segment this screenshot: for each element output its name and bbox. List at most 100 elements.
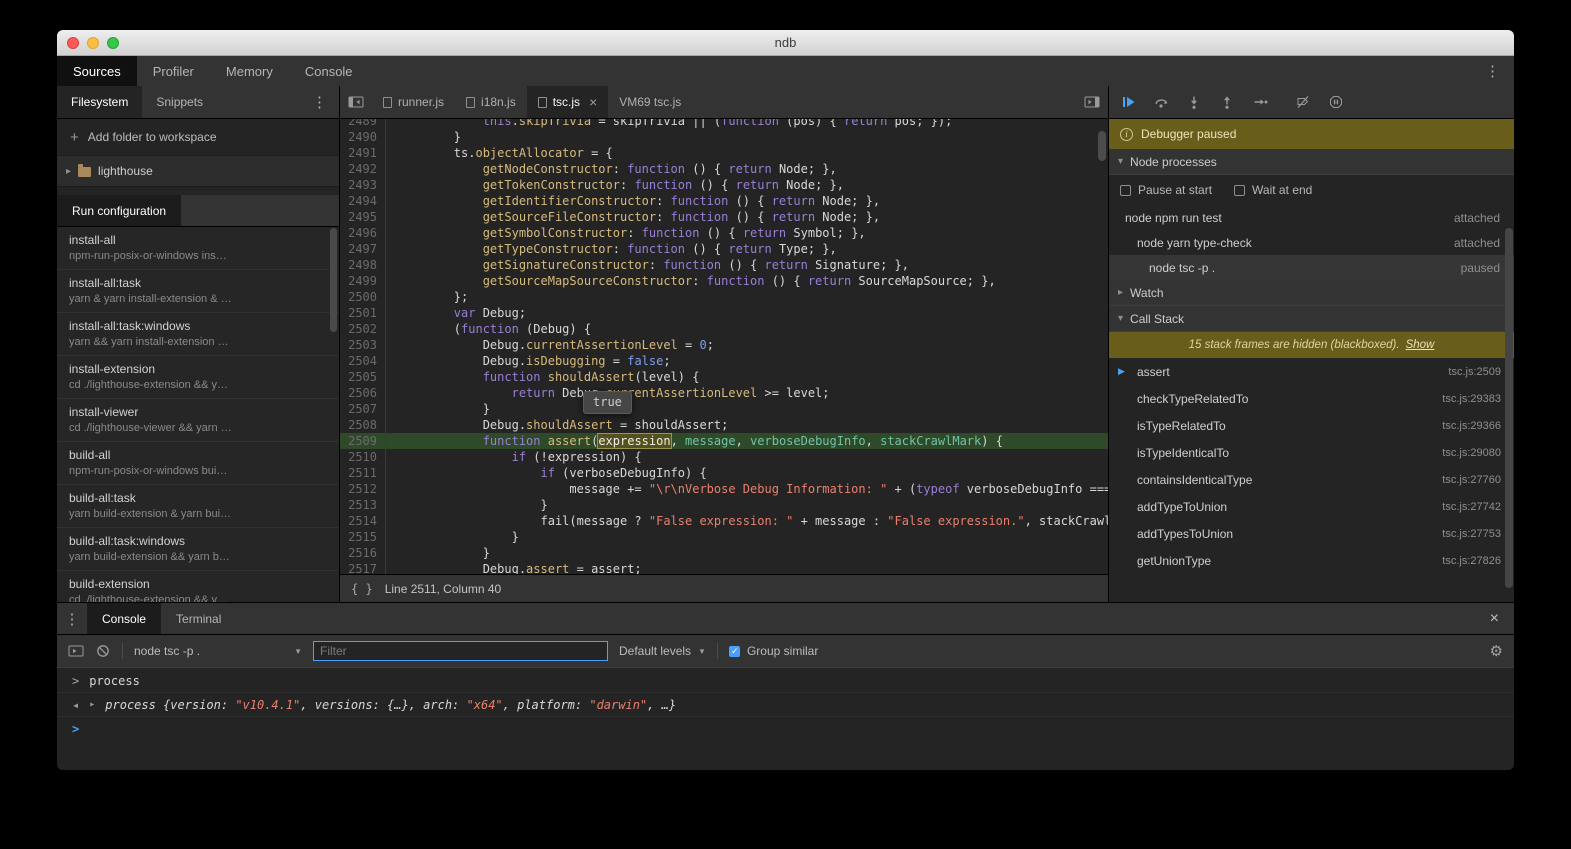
line-number[interactable]: 2506	[340, 385, 386, 401]
checkbox-pause-at-start[interactable]: Pause at start	[1120, 183, 1212, 197]
sidebar-tab-filesystem[interactable]: Filesystem	[57, 86, 142, 118]
checkbox-wait-at-end[interactable]: Wait at end	[1234, 183, 1312, 197]
code-line[interactable]: 2501 var Debug;	[340, 305, 1108, 321]
toggle-debugger-sidebar-icon[interactable]	[1076, 86, 1108, 118]
run-config-item-build-all-task-windows[interactable]: build-all:task:windowsyarn build-extensi…	[57, 528, 339, 571]
toggle-navigator-icon[interactable]	[340, 86, 372, 118]
expand-triangle-icon[interactable]: ▸	[89, 699, 95, 710]
log-levels-select[interactable]: Default levels ▼	[619, 644, 706, 658]
editor-tab-vm69-tsc-js[interactable]: VM69 tsc.js	[608, 86, 692, 118]
line-number[interactable]: 2501	[340, 305, 386, 321]
group-similar-checkbox[interactable]: Group similar	[729, 644, 818, 658]
frame-location[interactable]: tsc.js:27760	[1442, 474, 1501, 486]
checkbox-box[interactable]	[1234, 185, 1245, 196]
code-line[interactable]: 2492 getNodeConstructor: function () { r…	[340, 161, 1108, 177]
main-tab-profiler[interactable]: Profiler	[137, 56, 210, 86]
console-message-result[interactable]: ◂ ▸ process {version: "v10.4.1", version…	[57, 693, 1514, 717]
execution-context-select[interactable]: node tsc -p . ▼	[134, 644, 302, 658]
console-filter-input[interactable]	[313, 641, 608, 661]
line-number[interactable]: 2499	[340, 273, 386, 289]
code-line[interactable]: 2495 getSourceFileConstructor: function …	[340, 209, 1108, 225]
minimize-window-button[interactable]	[87, 37, 99, 49]
code-line[interactable]: 2489 this.skipTrivia = skipTrivia || (fu…	[340, 119, 1108, 129]
line-number[interactable]: 2502	[340, 321, 386, 337]
run-config-item-build-all[interactable]: build-allnpm-run-posix-or-windows bui…	[57, 442, 339, 485]
frame-location[interactable]: tsc.js:27742	[1442, 501, 1501, 513]
right-panel-scrollbar-thumb[interactable]	[1505, 228, 1513, 588]
process-row-node-yarn-type-check[interactable]: node yarn type-checkattached	[1109, 230, 1514, 255]
section-node-processes[interactable]: ▾ Node processes	[1109, 149, 1514, 175]
stack-frame-addtypestounion[interactable]: addTypesToUniontsc.js:27753	[1109, 520, 1514, 547]
run-config-item-install-all-task[interactable]: install-all:taskyarn & yarn install-exte…	[57, 270, 339, 313]
zoom-window-button[interactable]	[107, 37, 119, 49]
add-folder-button[interactable]: + Add folder to workspace	[57, 119, 339, 155]
line-number[interactable]: 2494	[340, 193, 386, 209]
frame-location[interactable]: tsc.js:29080	[1442, 447, 1501, 459]
tab-run-configuration[interactable]: Run configuration	[57, 195, 181, 226]
line-number[interactable]: 2515	[340, 529, 386, 545]
sidebar-more-icon[interactable]: ⋮	[300, 86, 339, 118]
run-config-item-build-extension[interactable]: build-extensioncd ./lighthouse-extension…	[57, 571, 339, 602]
drawer-menu-icon[interactable]: ⋮	[57, 603, 87, 634]
step-over-button[interactable]	[1153, 94, 1169, 110]
console-message-input[interactable]: > process	[57, 669, 1514, 693]
frame-location[interactable]: tsc.js:29366	[1442, 420, 1501, 432]
main-tab-console[interactable]: Console	[289, 56, 369, 86]
code-line[interactable]: 2510 if (!expression) {	[340, 449, 1108, 465]
line-number[interactable]: 2512	[340, 481, 386, 497]
pause-on-exceptions-button[interactable]	[1328, 94, 1344, 110]
code-line[interactable]: 2499 getSourceMapSourceConstructor: func…	[340, 273, 1108, 289]
stack-frame-getuniontype[interactable]: getUnionTypetsc.js:27826	[1109, 547, 1514, 574]
code-line[interactable]: 2496 getSymbolConstructor: function () {…	[340, 225, 1108, 241]
main-tab-sources[interactable]: Sources	[57, 56, 137, 86]
line-number[interactable]: 2513	[340, 497, 386, 513]
run-config-item-install-all[interactable]: install-allnpm-run-posix-or-windows ins…	[57, 227, 339, 270]
code-line[interactable]: 2502 (function (Debug) {	[340, 321, 1108, 337]
evaluated-token[interactable]: expression	[598, 434, 670, 448]
line-number[interactable]: 2496	[340, 225, 386, 241]
console-prompt[interactable]: >	[57, 717, 1514, 741]
stack-frame-checktyperelatedto[interactable]: checkTypeRelatedTotsc.js:29383	[1109, 385, 1514, 412]
run-config-item-install-all-task-windows[interactable]: install-all:task:windowsyarn && yarn ins…	[57, 313, 339, 356]
code-line[interactable]: 2511 if (verboseDebugInfo) {	[340, 465, 1108, 481]
frame-location[interactable]: tsc.js:27826	[1442, 555, 1501, 567]
frame-location[interactable]: tsc.js:29383	[1442, 393, 1501, 405]
sidebar-scrollbar-thumb[interactable]	[330, 228, 337, 332]
line-number[interactable]: 2498	[340, 257, 386, 273]
code-line[interactable]: 2512 message += "\r\nVerbose Debug Infor…	[340, 481, 1108, 497]
code-line[interactable]: 2503 Debug.currentAssertionLevel = 0;	[340, 337, 1108, 353]
resume-button[interactable]	[1120, 94, 1136, 110]
close-tab-icon[interactable]: ×	[589, 94, 597, 110]
code-line[interactable]: 2491 ts.objectAllocator = {	[340, 145, 1108, 161]
line-number[interactable]: 2493	[340, 177, 386, 193]
console-sidebar-toggle-icon[interactable]	[68, 643, 84, 659]
run-config-item-build-all-task[interactable]: build-all:taskyarn build-extension & yar…	[57, 485, 339, 528]
main-tab-memory[interactable]: Memory	[210, 56, 289, 86]
line-number[interactable]: 2505	[340, 369, 386, 385]
pretty-print-button[interactable]: { }	[351, 582, 373, 596]
editor-tab-i18n-js[interactable]: i18n.js	[455, 86, 527, 118]
code-line[interactable]: 2507 }	[340, 401, 1108, 417]
sidebar-tab-snippets[interactable]: Snippets	[142, 86, 217, 118]
line-number[interactable]: 2489	[340, 119, 386, 129]
line-number[interactable]: 2509	[340, 433, 386, 449]
line-number[interactable]: 2492	[340, 161, 386, 177]
code-line[interactable]: 2516 }	[340, 545, 1108, 561]
process-row-node-tsc-p[interactable]: node tsc -p .paused	[1109, 255, 1514, 280]
stack-frame-addtypetounion[interactable]: addTypeToUniontsc.js:27742	[1109, 493, 1514, 520]
code-line[interactable]: 2494 getIdentifierConstructor: function …	[340, 193, 1108, 209]
step-out-button[interactable]	[1219, 94, 1235, 110]
editor-tab-runner-js[interactable]: runner.js	[372, 86, 455, 118]
show-blackboxed-link[interactable]: Show	[1406, 339, 1435, 351]
stack-frame-istypeidenticalto[interactable]: isTypeIdenticalTotsc.js:29080	[1109, 439, 1514, 466]
code-line[interactable]: 2493 getTokenConstructor: function () { …	[340, 177, 1108, 193]
code-line[interactable]: 2517 Debug.assert = assert;	[340, 561, 1108, 574]
frame-location[interactable]: tsc.js:27753	[1442, 528, 1501, 540]
step-button[interactable]	[1252, 94, 1268, 110]
line-number[interactable]: 2504	[340, 353, 386, 369]
line-number[interactable]: 2495	[340, 209, 386, 225]
drawer-tab-console[interactable]: Console	[87, 603, 161, 634]
checkbox-box[interactable]	[1120, 185, 1131, 196]
line-number[interactable]: 2508	[340, 417, 386, 433]
code-line[interactable]: 2498 getSignatureConstructor: function (…	[340, 257, 1108, 273]
